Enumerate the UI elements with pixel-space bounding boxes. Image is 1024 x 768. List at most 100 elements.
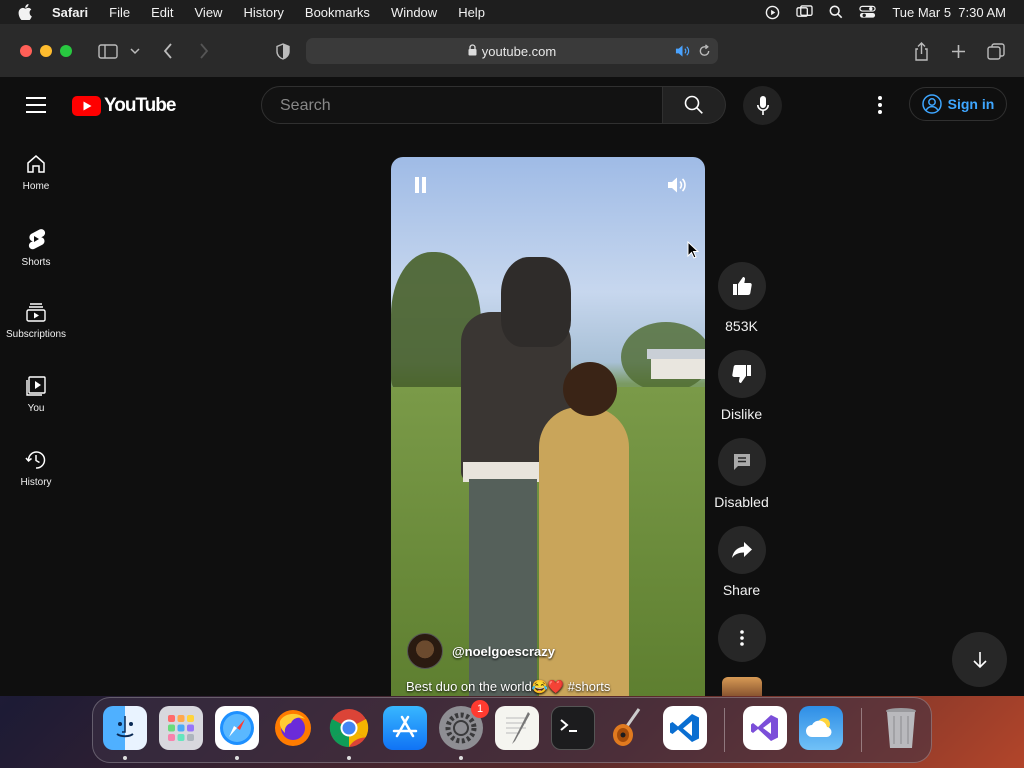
safari-icon[interactable] <box>215 706 259 750</box>
next-video-button[interactable] <box>952 632 1007 687</box>
chevron-down-icon[interactable] <box>129 41 141 61</box>
pause-icon[interactable] <box>413 177 427 193</box>
video-frame-house <box>647 349 705 379</box>
menu-history[interactable]: History <box>243 5 283 20</box>
hamburger-menu-icon[interactable] <box>26 97 46 113</box>
voice-search-button[interactable] <box>743 86 782 125</box>
running-indicator <box>347 756 351 760</box>
search-button[interactable] <box>663 86 726 124</box>
new-tab-icon[interactable] <box>949 41 967 61</box>
garageband-icon[interactable] <box>607 706 651 750</box>
dislike-action: Dislike <box>705 350 778 422</box>
close-window-button[interactable] <box>20 45 32 57</box>
url-text: youtube.com <box>481 43 557 59</box>
share-action: Share <box>705 526 778 598</box>
youtube-logo[interactable]: YouTube <box>72 95 176 117</box>
settings-more-icon[interactable] <box>870 94 890 116</box>
safari-window: youtube.com YouTube Search Sign in Home … <box>0 24 1024 696</box>
system-settings-icon[interactable]: 1 <box>439 700 489 750</box>
minimize-window-button[interactable] <box>40 45 52 57</box>
running-indicator <box>459 756 463 760</box>
reload-icon[interactable] <box>698 44 711 61</box>
zoom-window-button[interactable] <box>60 45 72 57</box>
play-circle-icon[interactable] <box>765 5 780 20</box>
mouse-cursor-icon <box>687 240 700 264</box>
sidebar-item-history[interactable]: History <box>0 449 72 509</box>
youtube-brand-text: YouTube <box>104 95 176 116</box>
video-frame-child-head <box>563 362 617 416</box>
more-options-button[interactable] <box>717 614 766 662</box>
visual-studio-icon[interactable] <box>743 706 787 750</box>
share-arrow-icon <box>731 542 752 558</box>
menu-view[interactable]: View <box>195 5 223 20</box>
share-icon[interactable] <box>912 41 930 61</box>
like-button[interactable] <box>717 262 766 310</box>
terminal-icon[interactable] <box>551 706 595 750</box>
dislike-button[interactable] <box>717 350 766 398</box>
running-indicator <box>123 756 127 760</box>
sidebar-item-shorts[interactable]: Shorts <box>0 227 72 287</box>
share-button[interactable] <box>717 526 766 574</box>
sound-thumbnail[interactable] <box>722 677 762 696</box>
sidebar-item-label: History <box>20 477 52 488</box>
apple-icon[interactable] <box>18 4 34 20</box>
sidebar-item-subscriptions[interactable]: Subscriptions <box>0 301 72 361</box>
spotlight-search-icon[interactable] <box>829 5 843 19</box>
menu-window[interactable]: Window <box>391 5 437 20</box>
privacy-shield-icon[interactable] <box>274 41 292 61</box>
video-caption: Best duo on the world😂❤️ #shorts <box>406 679 611 694</box>
video-frame-person-hood <box>501 257 571 347</box>
sidebar-item-label: Subscriptions <box>5 329 67 340</box>
sign-in-label: Sign in <box>947 96 995 112</box>
menu-file[interactable]: File <box>109 5 130 20</box>
screen-mirroring-icon[interactable] <box>796 4 813 20</box>
audio-playing-icon[interactable] <box>675 44 690 61</box>
comments-button[interactable] <box>717 438 766 486</box>
comments-action: Disabled <box>705 438 778 510</box>
channel-info[interactable]: @noelgoescrazy <box>407 633 555 669</box>
safari-toolbar: youtube.com <box>0 24 1024 78</box>
more-vertical-icon <box>739 630 744 646</box>
search-box <box>261 86 663 124</box>
vscode-icon[interactable] <box>663 706 707 750</box>
firefox-icon[interactable] <box>271 706 315 750</box>
menu-app-name[interactable]: Safari <box>52 5 88 20</box>
sidebar-item-label: Home <box>22 181 50 192</box>
chrome-icon[interactable] <box>327 706 371 750</box>
sidebar-item-label: Shorts <box>21 257 51 268</box>
you-icon <box>26 376 46 396</box>
shorts-icon <box>28 229 46 250</box>
back-icon[interactable] <box>161 41 175 61</box>
more-action <box>705 614 778 662</box>
trash-icon[interactable] <box>879 706 923 750</box>
tab-overview-icon[interactable] <box>986 41 1006 61</box>
sign-in-button[interactable]: Sign in <box>909 87 1007 121</box>
finder-icon[interactable] <box>103 706 147 750</box>
address-bar[interactable]: youtube.com <box>306 38 718 64</box>
thumbs-down-icon <box>731 365 751 383</box>
textedit-icon[interactable] <box>495 706 539 750</box>
forward-icon[interactable] <box>197 41 211 61</box>
sidebar-item-you[interactable]: You <box>0 375 72 435</box>
shorts-video-player[interactable]: @noelgoescrazy Best duo on the world😂❤️ … <box>391 157 705 696</box>
weather-icon[interactable] <box>799 706 843 750</box>
sidebar-toggle-icon[interactable] <box>97 41 119 61</box>
youtube-page: YouTube Sign in Home <box>0 77 1024 696</box>
menu-bookmarks[interactable]: Bookmarks <box>305 5 370 20</box>
search-input[interactable] <box>278 96 642 116</box>
comment-icon <box>733 454 750 470</box>
menu-help[interactable]: Help <box>458 5 485 20</box>
launchpad-icon[interactable] <box>159 706 203 750</box>
comments-label: Disabled <box>714 494 769 510</box>
channel-avatar[interactable] <box>407 633 443 669</box>
app-store-icon[interactable] <box>383 706 427 750</box>
dock-separator <box>861 708 862 752</box>
channel-name[interactable]: @noelgoescrazy <box>452 644 555 659</box>
like-count: 853K <box>725 318 758 334</box>
menu-datetime[interactable]: Tue Mar 5 7:30 AM <box>892 5 1006 20</box>
menu-bar: Safari File Edit View History Bookmarks … <box>0 0 1024 24</box>
menu-edit[interactable]: Edit <box>151 5 173 20</box>
control-center-icon[interactable] <box>859 5 876 19</box>
volume-icon[interactable] <box>667 176 687 199</box>
sidebar-item-home[interactable]: Home <box>0 153 72 213</box>
